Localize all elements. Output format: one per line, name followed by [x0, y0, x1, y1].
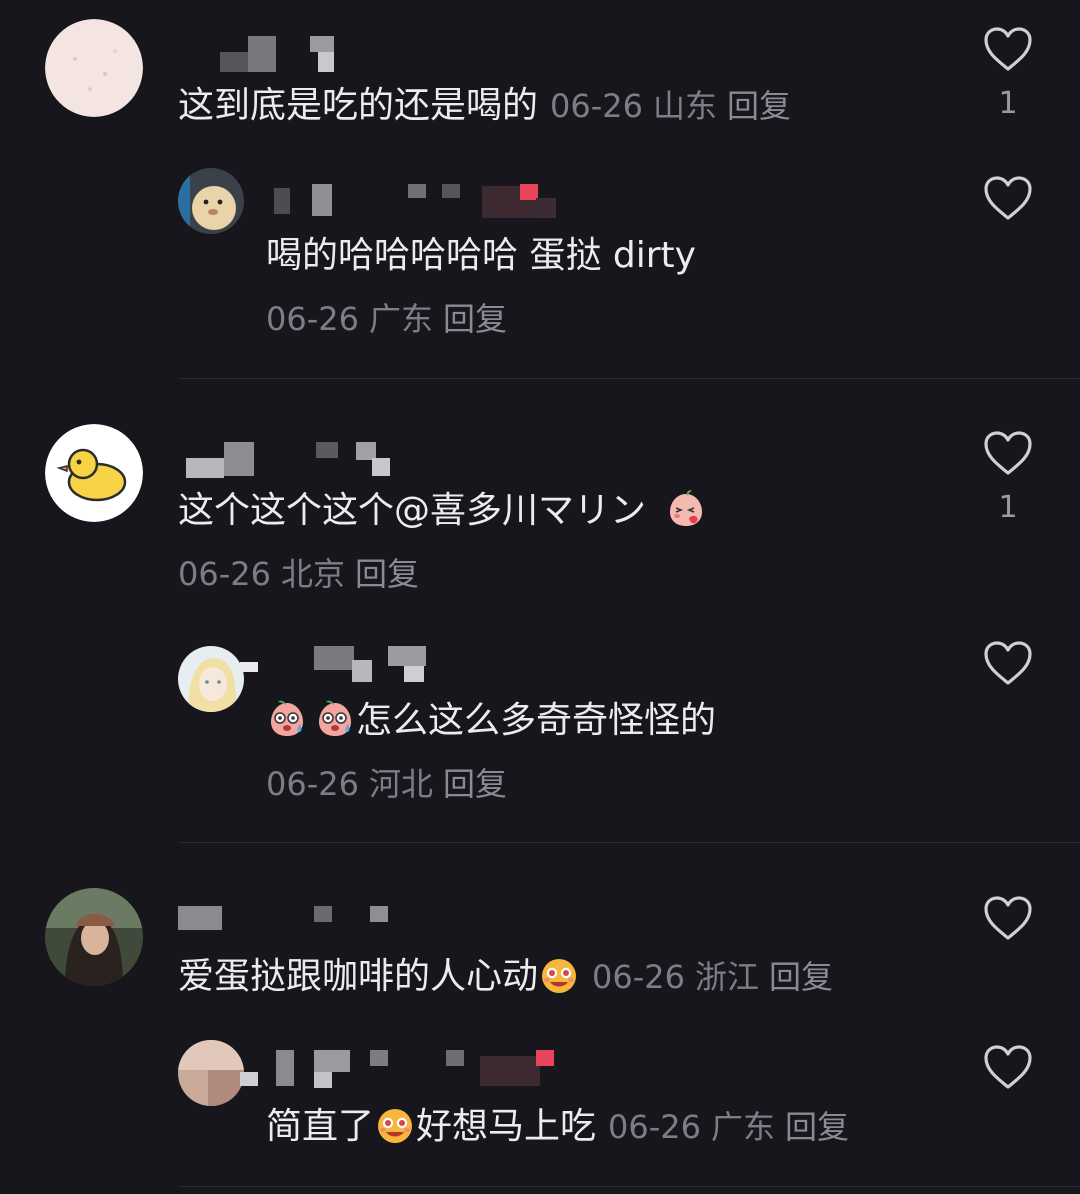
- avatar[interactable]: [45, 888, 143, 986]
- avatar[interactable]: [45, 424, 143, 522]
- reply-text: 简直了 好想马上吃 06-26 广东 回复: [266, 1104, 850, 1147]
- mention-link[interactable]: @喜多川マリン: [394, 490, 646, 531]
- heart-outline-icon[interactable]: [983, 175, 1033, 221]
- comment-date: 06-26: [266, 300, 359, 338]
- username-mosaic[interactable]: [220, 36, 340, 76]
- comment-date: 06-26: [178, 555, 271, 593]
- comment-text: 这到底是吃的还是喝的 06-26 山东 回复: [178, 85, 792, 126]
- divider: [178, 1186, 1080, 1187]
- reply-button[interactable]: 回复: [785, 1108, 849, 1146]
- reply-button[interactable]: 回复: [769, 958, 833, 996]
- username-mosaic[interactable]: [240, 646, 440, 686]
- avatar[interactable]: [178, 168, 244, 234]
- divider: [178, 842, 1080, 843]
- comment-location: 广东: [368, 300, 433, 338]
- reply-meta: 06-26 河北 回复: [266, 764, 517, 804]
- reply-text: 怎么这么多奇奇怪怪的: [266, 698, 716, 743]
- comment-text: 这个这个这个@喜多川マリン: [178, 488, 707, 533]
- comment-date: 06-26: [266, 765, 359, 803]
- peach-blush-emoji: [665, 488, 707, 530]
- like-count: 1: [998, 86, 1018, 121]
- reply-meta: 06-26 广东 回复: [266, 299, 517, 339]
- comment-date: 06-26: [592, 958, 685, 996]
- avatar[interactable]: [45, 19, 143, 117]
- reply-button[interactable]: 回复: [355, 555, 419, 593]
- heart-outline-icon[interactable]: [983, 1044, 1033, 1090]
- comment-date: 06-26: [550, 87, 643, 125]
- username-mosaic[interactable]: [186, 442, 396, 482]
- comment-location: 河北: [368, 765, 433, 803]
- comment-date: 06-26: [608, 1108, 702, 1146]
- peach-sweat-emoji: [314, 698, 356, 740]
- avatar[interactable]: [178, 646, 244, 712]
- comment-location: 浙江: [695, 958, 760, 996]
- heart-outline-icon[interactable]: [983, 895, 1033, 941]
- divider: [178, 378, 1080, 379]
- username-mosaic[interactable]: [240, 1050, 570, 1090]
- username-mosaic[interactable]: [178, 900, 398, 940]
- heart-outline-icon[interactable]: [983, 640, 1033, 686]
- comment-location: 北京: [280, 555, 345, 593]
- username-mosaic[interactable]: [270, 182, 580, 222]
- reply-button[interactable]: 回复: [727, 87, 791, 125]
- comment-meta: 06-26 北京 回复: [178, 554, 429, 594]
- like-count: 1: [998, 490, 1018, 525]
- comment-text: 爱蛋挞跟咖啡的人心动 06-26 浙江 回复: [178, 954, 834, 997]
- avatar[interactable]: [178, 1040, 244, 1106]
- comment-location: 山东: [653, 87, 718, 125]
- drooling-emoji: [374, 1104, 416, 1146]
- reply-button[interactable]: 回复: [443, 765, 507, 803]
- heart-outline-icon[interactable]: [983, 26, 1033, 72]
- reply-text: 喝的哈哈哈哈哈 蛋挞 dirty: [266, 235, 696, 276]
- heart-outline-icon[interactable]: [983, 430, 1033, 476]
- comment-location: 广东: [711, 1108, 776, 1146]
- drooling-emoji: [538, 954, 580, 996]
- peach-sweat-emoji: [266, 698, 308, 740]
- reply-button[interactable]: 回复: [443, 300, 507, 338]
